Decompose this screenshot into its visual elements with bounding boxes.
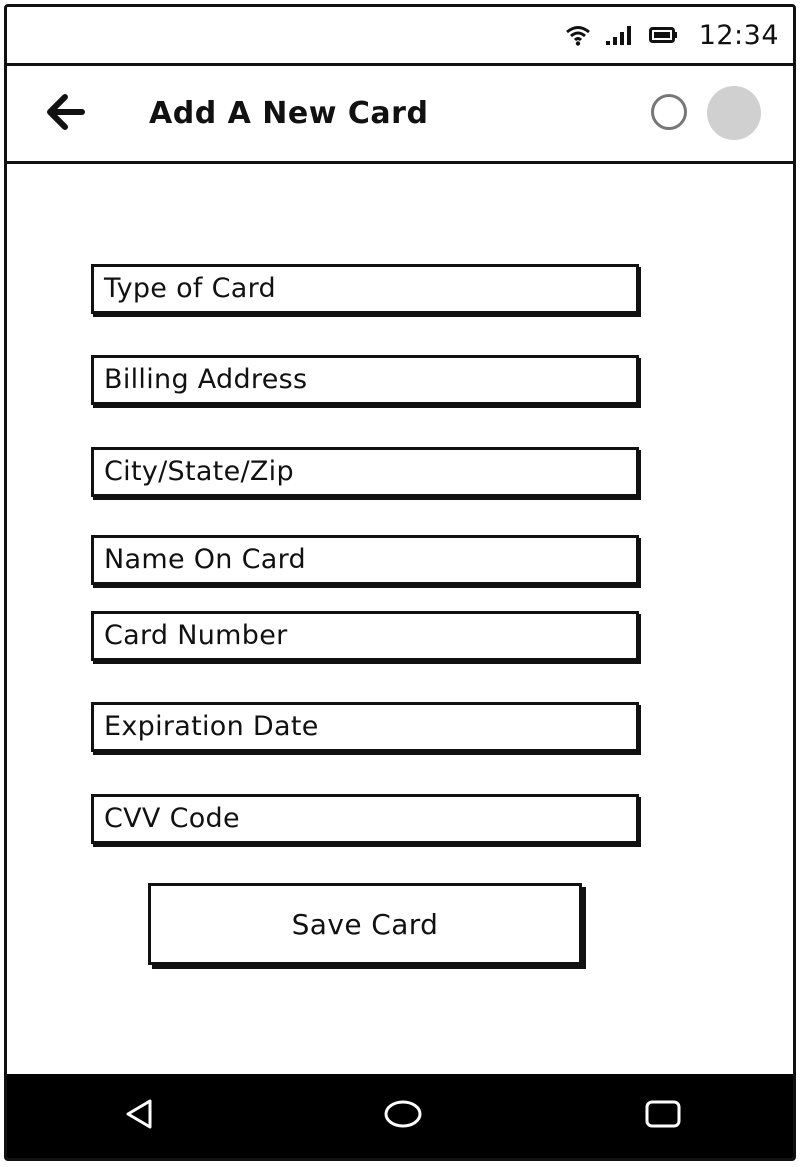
- card-type-field[interactable]: Type of Card: [91, 264, 639, 314]
- signal-icon: [605, 24, 635, 46]
- card-number-field[interactable]: Card Number: [91, 611, 639, 661]
- nav-home-button[interactable]: [379, 1094, 427, 1138]
- expiration-date-field[interactable]: Expiration Date: [91, 702, 639, 752]
- navigation-bar: [7, 1074, 793, 1158]
- city-state-zip-field[interactable]: City/State/Zip: [91, 447, 639, 497]
- page-title: Add A New Card: [149, 96, 429, 131]
- nav-recents-button[interactable]: [639, 1094, 687, 1138]
- home-circle-icon: [383, 1099, 423, 1133]
- save-card-button[interactable]: Save Card: [148, 883, 582, 965]
- status-icons: 12:34: [565, 15, 779, 55]
- battery-icon: [648, 25, 679, 45]
- cvv-code-field[interactable]: CVV Code: [91, 794, 639, 844]
- billing-address-field[interactable]: Billing Address: [91, 355, 639, 405]
- phone-frame: 12:34 Add A New Card Type of Card Billin…: [4, 4, 796, 1161]
- circle-outline-icon[interactable]: [651, 94, 687, 130]
- wifi-icon: [565, 24, 591, 46]
- arrow-left-icon: [45, 94, 85, 134]
- name-on-card-field[interactable]: Name On Card: [91, 535, 639, 585]
- nav-back-button[interactable]: [115, 1094, 163, 1138]
- back-triangle-icon: [122, 1097, 156, 1135]
- app-bar: Add A New Card: [7, 66, 793, 164]
- status-bar: 12:34: [7, 7, 793, 66]
- recents-square-icon: [644, 1099, 682, 1133]
- back-button[interactable]: [41, 92, 89, 136]
- status-clock: 12:34: [698, 19, 779, 51]
- circle-filled-icon[interactable]: [707, 86, 761, 140]
